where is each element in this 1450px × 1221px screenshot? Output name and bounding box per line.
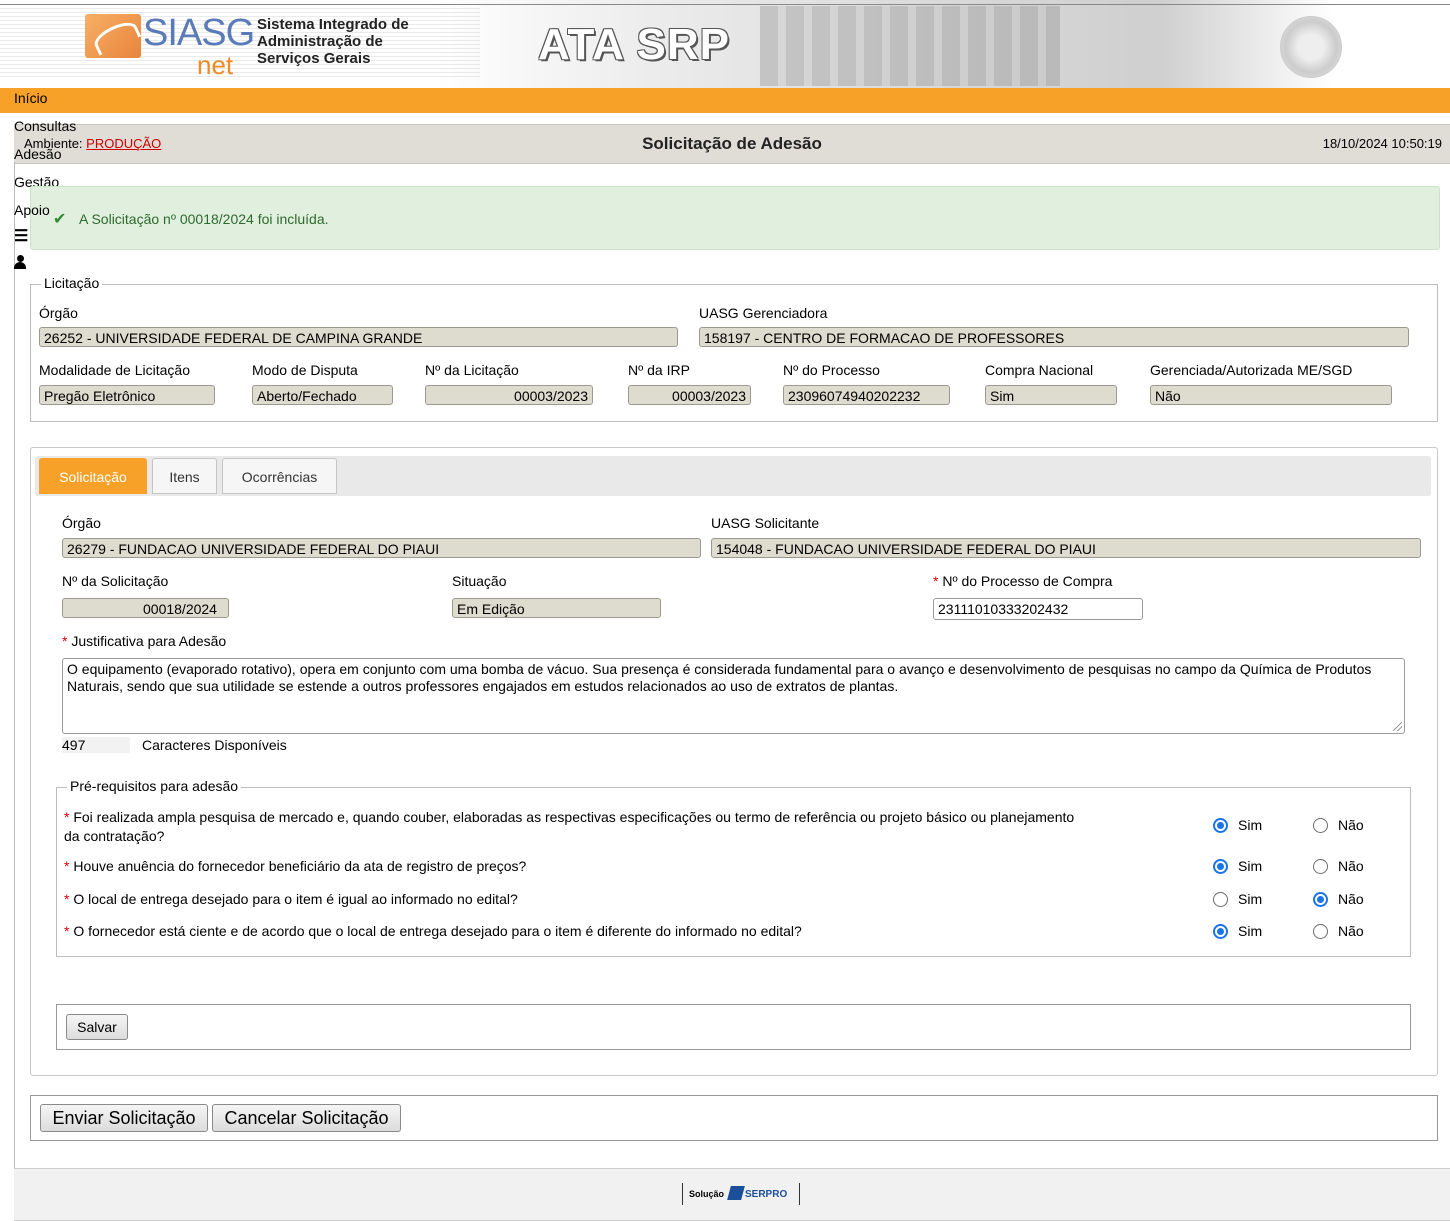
menu-inicio[interactable]: Início [14, 90, 47, 106]
gerenciada-field: Não [1150, 385, 1392, 405]
tab-strip: Solicitação Itens Ocorrências [35, 456, 1431, 496]
page-title: Solicitação de Adesão [642, 134, 822, 153]
q1-nao-radio[interactable] [1313, 818, 1328, 833]
q2-sim-radio[interactable] [1213, 859, 1228, 874]
num-solicitacao-field: 00018/2024 [62, 598, 229, 618]
top-bar [0, 88, 1450, 113]
processo-compra-label: * Nº do Processo de Compra [933, 573, 1113, 589]
gerenciada-label: Gerenciada/Autorizada ME/SGD [1150, 362, 1353, 378]
licitacao-legend: Licitação [41, 275, 103, 291]
uasg-solicitante-field: 154048 - FUNDACAO UNIVERSIDADE FEDERAL D… [711, 538, 1421, 558]
caracteres-count: 497 [62, 737, 130, 753]
banner-image [760, 6, 1060, 86]
uasg-solicitante-label: UASG Solicitante [711, 515, 820, 531]
sol-orgao-field: 26279 - FUNDACAO UNIVERSIDADE FEDERAL DO… [62, 538, 701, 558]
cancelar-solicitacao-button[interactable]: Cancelar Solicitação [212, 1104, 401, 1132]
q1-sim-radio[interactable] [1213, 818, 1228, 833]
brasil-seal-icon [1280, 16, 1342, 78]
user-icon[interactable] [14, 255, 26, 269]
modalidade-label: Modalidade de Licitação [39, 362, 190, 378]
siasg-logo: SIASG net [85, 12, 255, 80]
salvar-bar [56, 1004, 1411, 1050]
title-bar: Ambiente: PRODUÇÃO Solicitação de Adesão… [14, 124, 1450, 164]
num-licitacao-field: 00003/2023 [425, 385, 593, 405]
orgao-label: Órgão [39, 305, 78, 321]
num-irp-label: Nº da IRP [628, 362, 690, 378]
q2-nao-radio[interactable] [1313, 859, 1328, 874]
tab-solicitacao[interactable]: Solicitação [39, 458, 147, 494]
modo-disputa-field: Aberto/Fechado [252, 385, 393, 405]
q3-nao-label: Não [1338, 891, 1364, 907]
system-name: Sistema Integrado de Administração de Se… [257, 16, 409, 67]
question-1: * Foi realizada ampla pesquisa de mercad… [64, 809, 1075, 844]
question-4: * O fornecedor está ciente e de acordo q… [64, 923, 802, 939]
module-title: ATA SRP [538, 20, 730, 69]
q2-nao-label: Não [1338, 858, 1364, 874]
header-banner: SIASG net Sistema Integrado de Administr… [0, 0, 1450, 88]
footer: Solução SERPRO [14, 1168, 1450, 1221]
menu-adesao[interactable]: Adesão [14, 146, 61, 162]
tab-itens[interactable]: Itens [152, 458, 217, 494]
check-icon: ✔ [53, 211, 67, 228]
uasg-gerenciadora-field: 158197 - CENTRO DE FORMACAO DE PROFESSOR… [699, 327, 1409, 347]
q1-nao-label: Não [1338, 817, 1364, 833]
modo-disputa-label: Modo de Disputa [252, 362, 358, 378]
uasg-gerenciadora-label: UASG Gerenciadora [699, 305, 828, 321]
tab-ocorrencias[interactable]: Ocorrências [222, 458, 337, 494]
justificativa-label: * Justificativa para Adesão [62, 633, 227, 649]
resize-handle-icon[interactable] [1393, 722, 1402, 731]
modalidade-field: Pregão Eletrônico [39, 385, 215, 405]
q4-nao-radio[interactable] [1313, 924, 1328, 939]
success-alert: ✔ A Solicitação nº 00018/2024 foi incluí… [30, 186, 1440, 250]
sol-orgao-label: Órgão [62, 515, 101, 531]
prerequisitos-legend: Pré-requisitos para adesão [67, 778, 242, 794]
hamburger-icon[interactable]: ☰ [14, 226, 28, 246]
situacao-label: Situação [452, 573, 507, 589]
q2-sim-label: Sim [1238, 858, 1263, 874]
compra-nacional-field: Sim [985, 385, 1117, 405]
q4-nao-label: Não [1338, 923, 1364, 939]
question-2: * Houve anuência do fornecedor beneficiá… [64, 858, 527, 874]
num-irp-field: 00003/2023 [628, 385, 751, 405]
num-processo-label: Nº do Processo [783, 362, 880, 378]
menu-apoio[interactable]: Apoio [14, 202, 50, 218]
num-licitacao-label: Nº da Licitação [425, 362, 519, 378]
menu-consultas[interactable]: Consultas [14, 118, 76, 134]
q4-sim-radio[interactable] [1213, 924, 1228, 939]
num-solicitacao-label: Nº da Solicitação [62, 573, 169, 589]
processo-compra-input[interactable]: 23111010333202432 [933, 598, 1143, 620]
serpro-logo: Solução SERPRO [682, 1183, 800, 1205]
q1-sim-label: Sim [1238, 817, 1263, 833]
serpro-icon [727, 1186, 745, 1200]
situacao-field: Em Edição [452, 598, 661, 618]
justificativa-textarea[interactable]: O equipamento (evaporado rotativo), oper… [62, 658, 1405, 734]
q4-sim-label: Sim [1238, 923, 1263, 939]
q3-sim-radio[interactable] [1213, 892, 1228, 907]
question-3: * O local de entrega desejado para o ite… [64, 891, 518, 907]
datetime: 18/10/2024 10:50:19 [1322, 136, 1442, 151]
compra-nacional-label: Compra Nacional [985, 362, 1094, 378]
num-processo-field: 23096074940202232 [783, 385, 950, 405]
q3-sim-label: Sim [1238, 891, 1263, 907]
orgao-field: 26252 - UNIVERSIDADE FEDERAL DE CAMPINA … [39, 327, 678, 347]
salvar-button[interactable]: Salvar [66, 1014, 128, 1040]
q3-nao-radio[interactable] [1313, 892, 1328, 907]
caracteres-label: Caracteres Disponíveis [142, 737, 287, 753]
enviar-solicitacao-button[interactable]: Enviar Solicitação [40, 1104, 208, 1132]
alert-message: A Solicitação nº 00018/2024 foi incluída… [79, 211, 329, 227]
